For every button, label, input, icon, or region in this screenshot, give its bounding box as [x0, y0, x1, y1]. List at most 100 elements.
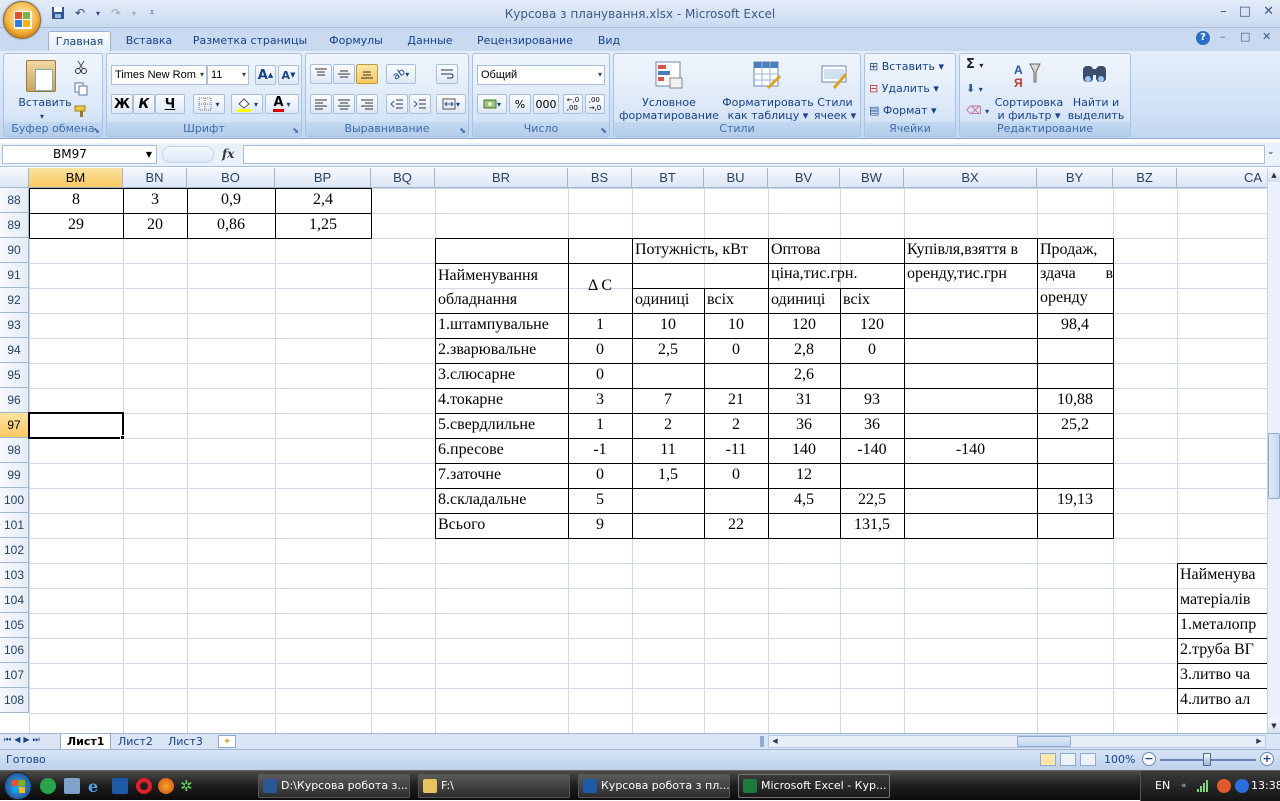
align-right-button[interactable] [356, 94, 378, 114]
equipment-name-cell[interactable]: 3.слюсарне [435, 363, 568, 388]
bold-button[interactable]: Ж [111, 94, 133, 114]
scroll-down-icon[interactable]: ▼ [1268, 719, 1280, 733]
top-table-cell[interactable]: 1,25 [275, 213, 371, 238]
table-cell[interactable]: 4,5 [768, 488, 840, 513]
format-cells-button[interactable]: ▤ Формат ▾ [869, 104, 953, 117]
table-subheader-all[interactable]: всіх [840, 288, 904, 313]
tray-arrow-icon[interactable]: « [1181, 781, 1187, 791]
top-table-cell[interactable]: 8 [29, 188, 123, 213]
column-header-bp[interactable]: BP [275, 168, 371, 188]
table-cell[interactable]: 1,5 [632, 463, 704, 488]
row-header-95[interactable]: 95 [0, 363, 29, 388]
tab-data[interactable]: Данные [400, 31, 460, 51]
alignment-launcher-icon[interactable]: ⬊ [459, 126, 466, 135]
material-name-cell[interactable]: 4.литво ал [1177, 688, 1268, 713]
materials-header-line1[interactable]: Найменува [1177, 563, 1268, 588]
sheet-tab-3[interactable]: Лист3 [162, 734, 209, 750]
table-cell[interactable] [904, 388, 1037, 413]
top-table-cell[interactable]: 0,9 [187, 188, 275, 213]
scroll-right-icon[interactable]: ▶ [1253, 736, 1265, 747]
grow-font-button[interactable]: A ▲ [255, 65, 276, 85]
table-cell[interactable] [632, 513, 704, 538]
table-cell[interactable] [632, 488, 704, 513]
top-table-cell[interactable]: 20 [123, 213, 187, 238]
equipment-name-cell[interactable]: Всього [435, 513, 568, 538]
column-header-bz[interactable]: BZ [1113, 168, 1177, 188]
table-cell[interactable]: 25,2 [1037, 413, 1113, 438]
column-header-bx[interactable]: BX [904, 168, 1037, 188]
zoom-in-icon[interactable]: + [1260, 752, 1274, 766]
cell-styles-button[interactable]: Стили ячеек ▾ [812, 96, 858, 122]
top-table-cell[interactable]: 29 [29, 213, 123, 238]
sheet-nav-icons[interactable]: ⏮◀▶⏭ [4, 735, 43, 745]
firefox-icon[interactable] [158, 778, 174, 794]
table-cell[interactable]: 11 [632, 438, 704, 463]
table-cell[interactable]: 0 [568, 338, 632, 363]
row-header-108[interactable]: 108 [0, 688, 29, 713]
table-cell[interactable] [704, 363, 768, 388]
insert-sheet-icon[interactable]: ✦ [218, 735, 236, 748]
table-cell[interactable]: 2,6 [768, 363, 840, 388]
skype-icon[interactable] [40, 778, 56, 794]
close-button[interactable]: ✕ [1263, 4, 1274, 19]
row-header-92[interactable]: 92 [0, 288, 29, 313]
column-header-bu[interactable]: BU [704, 168, 768, 188]
formula-input[interactable] [243, 145, 1265, 164]
table-cell[interactable]: 120 [768, 313, 840, 338]
vertical-scrollbar[interactable]: ▲ ▼ [1267, 168, 1280, 733]
table-cell[interactable]: -140 [904, 438, 1037, 463]
column-header-bn[interactable]: BN [123, 168, 187, 188]
row-header-101[interactable]: 101 [0, 513, 29, 538]
table-header-price[interactable]: Оптова ціна,тис.грн. [768, 238, 904, 288]
top-table-cell[interactable]: 0,86 [187, 213, 275, 238]
table-cell[interactable]: 36 [840, 413, 904, 438]
orientation-button[interactable]: ab ▾ [386, 64, 416, 84]
table-cell[interactable]: 22,5 [840, 488, 904, 513]
font-color-button[interactable]: A ▾ [265, 94, 299, 114]
row-header-91[interactable]: 91 [0, 263, 29, 288]
table-cell[interactable] [1037, 338, 1113, 363]
row-header-89[interactable]: 89 [0, 213, 29, 238]
table-cell[interactable]: -1 [568, 438, 632, 463]
column-header-bm[interactable]: BM [29, 168, 123, 188]
table-cell[interactable] [840, 463, 904, 488]
row-header-94[interactable]: 94 [0, 338, 29, 363]
row-header-93[interactable]: 93 [0, 313, 29, 338]
delete-cells-button[interactable]: ⊟ Удалить ▾ [869, 82, 953, 95]
percent-button[interactable]: % [509, 94, 531, 114]
table-cell[interactable] [1037, 438, 1113, 463]
table-cell[interactable]: 0 [840, 338, 904, 363]
table-cell[interactable] [1037, 363, 1113, 388]
material-name-cell[interactable]: 1.металопр [1177, 613, 1268, 638]
language-indicator[interactable]: EN [1155, 779, 1170, 792]
table-cell[interactable]: 7 [632, 388, 704, 413]
office-button[interactable] [3, 1, 41, 39]
quicklaunch-app-icon[interactable] [64, 778, 80, 794]
page-break-view-icon[interactable] [1080, 753, 1096, 766]
table-cell[interactable]: 19,13 [1037, 488, 1113, 513]
table-cell[interactable] [704, 488, 768, 513]
minimize-button[interactable]: – [1220, 4, 1227, 19]
clipboard-launcher-icon[interactable]: ⬊ [93, 126, 100, 135]
table-cell[interactable]: 9 [568, 513, 632, 538]
taskbar-item-excel[interactable]: Microsoft Excel - Кур... [738, 774, 890, 798]
equipment-name-cell[interactable]: 6.пресове [435, 438, 568, 463]
table-cell[interactable]: 120 [840, 313, 904, 338]
decrease-decimal-button[interactable]: ,00 →,0 [585, 94, 605, 114]
increase-indent-button[interactable] [409, 94, 431, 114]
table-cell[interactable] [904, 513, 1037, 538]
column-header-bt[interactable]: BT [632, 168, 704, 188]
sheet-tab-2[interactable]: Лист2 [112, 734, 159, 750]
table-cell[interactable]: 1 [568, 413, 632, 438]
top-table-cell[interactable]: 3 [123, 188, 187, 213]
wrap-text-button[interactable] [436, 64, 458, 84]
table-cell[interactable]: 22 [704, 513, 768, 538]
shrink-font-button[interactable]: A ▼ [278, 65, 299, 85]
table-cell[interactable] [904, 363, 1037, 388]
table-cell[interactable] [768, 513, 840, 538]
table-cell[interactable] [904, 338, 1037, 363]
zoom-out-icon[interactable]: − [1142, 752, 1156, 766]
decrease-indent-button[interactable] [386, 94, 408, 114]
merge-center-button[interactable]: ▾ [436, 94, 466, 114]
number-format-combo[interactable]: Общий ▾ [477, 65, 605, 85]
